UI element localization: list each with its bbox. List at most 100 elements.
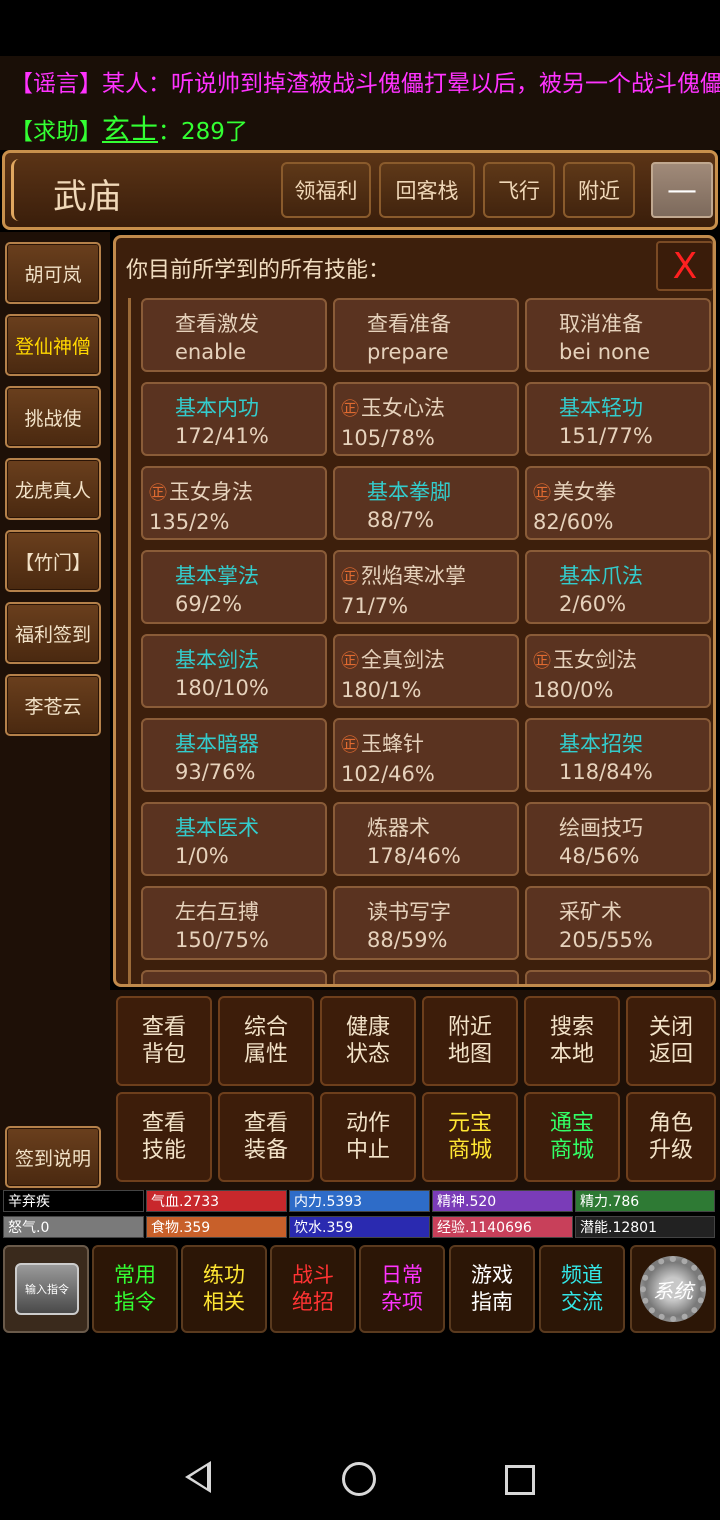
skill-name: 查看准备 — [367, 312, 451, 336]
npc-button[interactable]: 登仙神僧 — [5, 314, 101, 376]
skill-name: 基本轻功 — [559, 396, 643, 420]
skill-cell[interactable] — [141, 970, 327, 984]
close-button[interactable]: X — [656, 241, 713, 291]
skill-cell[interactable]: 美女拳 82/60% — [525, 466, 711, 540]
command-button[interactable]: 动作 中止 — [320, 1092, 416, 1182]
back-icon[interactable] — [185, 1461, 211, 1493]
command-label: 搜索 本地 — [550, 1014, 594, 1068]
skill-cell[interactable]: 采矿术 205/55% — [525, 886, 711, 960]
npc-button[interactable]: 挑战使 — [5, 386, 101, 448]
skill-grid: 查看激发 enable 查看准备 prepare 取消准备 bei none 基本内功 172… — [128, 298, 713, 984]
home-icon[interactable] — [342, 1462, 376, 1496]
skill-cell[interactable]: 玉女心法 105/78% — [333, 382, 519, 456]
command-label: 角色 升级 — [649, 1110, 693, 1164]
skill-cell[interactable]: 玉女剑法 180/0% — [525, 634, 711, 708]
command-button[interactable]: 角色 升级 — [626, 1092, 716, 1182]
skill-cell[interactable]: 基本内功 172/41% — [141, 382, 327, 456]
command-label-line2: 升级 — [648, 1138, 693, 1163]
scroll-ornament — [11, 159, 25, 221]
skill-cell[interactable]: 基本掌法 69/2% — [141, 550, 327, 624]
skill-command-button[interactable]: 取消准备 bei none — [525, 298, 711, 372]
skill-cell[interactable] — [525, 970, 711, 984]
skill-cell[interactable]: 炼器术 178/46% — [333, 802, 519, 876]
command-button[interactable]: 查看 背包 — [116, 996, 212, 1086]
menu-tab-line2: 杂项 — [381, 1290, 423, 1314]
skill-cell[interactable]: 基本医术 1/0% — [141, 802, 327, 876]
skill-level: bei none — [559, 340, 651, 364]
command-label-line1: 查看 — [141, 1111, 186, 1136]
stat-bar: 食物.359 — [146, 1216, 287, 1238]
command-grid: 查看 背包 综合 属性 健康 状态 附近 地图 搜索 本地 关闭 返回 查看 技能 查看 装备 动作 中止 元宝 商城… — [110, 990, 720, 1190]
checkin-button[interactable]: 福利签到 — [5, 602, 101, 664]
skill-cell[interactable]: 绘画技巧 48/56% — [525, 802, 711, 876]
command-label: 查看 技能 — [142, 1110, 186, 1164]
skill-cell[interactable] — [333, 970, 519, 984]
stat-bar: 潜能.12801 — [575, 1216, 715, 1238]
menu-tab[interactable]: 练功 相关 — [181, 1245, 267, 1333]
checkin-help-button[interactable]: 签到说明 — [5, 1126, 101, 1188]
npc-button[interactable]: 【竹门】 — [5, 530, 101, 592]
skill-command-button[interactable]: 查看准备 prepare — [333, 298, 519, 372]
android-nav-bar — [0, 1336, 720, 1520]
skill-cell[interactable]: 玉蜂针 102/46% — [333, 718, 519, 792]
command-button[interactable]: 关闭 返回 — [626, 996, 716, 1086]
stat-bar: 辛弃疾 — [3, 1190, 144, 1212]
skill-cell[interactable]: 玉女身法 135/2% — [141, 466, 327, 540]
input-command-button[interactable]: 输入指令 — [3, 1245, 89, 1333]
skill-cell[interactable]: 基本剑法 180/10% — [141, 634, 327, 708]
command-label-line1: 动作 — [345, 1111, 390, 1136]
skill-cell[interactable]: 基本爪法 2/60% — [525, 550, 711, 624]
skill-level: 105/78% — [341, 426, 435, 450]
skill-name: 玉蜂针 — [341, 732, 424, 756]
command-button[interactable]: 综合 属性 — [218, 996, 314, 1086]
menu-tab-label: 练功 相关 — [203, 1262, 245, 1316]
command-button[interactable]: 查看 技能 — [116, 1092, 212, 1182]
return-inn-button[interactable]: 回客栈 — [379, 162, 475, 218]
command-label-line1: 查看 — [243, 1111, 288, 1136]
command-button[interactable]: 通宝 商城 — [524, 1092, 620, 1182]
skill-cell[interactable]: 基本拳脚 88/7% — [333, 466, 519, 540]
command-button[interactable]: 搜索 本地 — [524, 996, 620, 1086]
skill-level: 88/7% — [367, 508, 435, 532]
system-button[interactable]: 系统 — [630, 1245, 716, 1333]
npc-button[interactable]: 李苍云 — [5, 674, 101, 736]
skill-level: 135/2% — [149, 510, 230, 534]
skill-cell[interactable]: 基本招架 118/84% — [525, 718, 711, 792]
skill-cell[interactable]: 基本轻功 151/77% — [525, 382, 711, 456]
menu-tab[interactable]: 战斗 绝招 — [270, 1245, 356, 1333]
skill-name: 采矿术 — [559, 900, 622, 924]
command-label-line2: 本地 — [549, 1042, 594, 1067]
chat-player-link[interactable]: 玄士 — [102, 113, 158, 146]
command-label-line2: 背包 — [141, 1042, 186, 1067]
menu-tab[interactable]: 常用 指令 — [92, 1245, 178, 1333]
skill-cell[interactable]: 基本暗器 93/76% — [141, 718, 327, 792]
command-button[interactable]: 查看 装备 — [218, 1092, 314, 1182]
menu-tab[interactable]: 频道 交流 — [539, 1245, 625, 1333]
skill-cell[interactable]: 烈焰寒冰掌 71/7% — [333, 550, 519, 624]
skill-name: 基本招架 — [559, 732, 643, 756]
stat-bar: 精神.520 — [432, 1190, 573, 1212]
skill-level: 102/46% — [341, 762, 435, 786]
command-label-line2: 中止 — [345, 1138, 390, 1163]
skill-cell[interactable]: 读书写字 88/59% — [333, 886, 519, 960]
npc-button[interactable]: 龙虎真人 — [5, 458, 101, 520]
npc-button[interactable]: 胡可岚 — [5, 242, 101, 304]
skill-level: 205/55% — [559, 928, 653, 952]
nearby-button[interactable]: 附近 — [563, 162, 635, 218]
command-button[interactable]: 附近 地图 — [422, 996, 518, 1086]
skill-cell[interactable]: 全真剑法 180/1% — [333, 634, 519, 708]
skill-cell[interactable]: 左右互搏 150/75% — [141, 886, 327, 960]
skill-command-button[interactable]: 查看激发 enable — [141, 298, 327, 372]
menu-tab-label: 游戏 指南 — [471, 1262, 513, 1316]
command-button[interactable]: 元宝 商城 — [422, 1092, 518, 1182]
minimize-button[interactable]: — — [651, 162, 713, 218]
recent-apps-icon[interactable] — [505, 1465, 535, 1495]
menu-tab[interactable]: 日常 杂项 — [359, 1245, 445, 1333]
skill-level: 180/10% — [175, 676, 269, 700]
claim-welfare-button[interactable]: 领福利 — [281, 162, 371, 218]
fly-button[interactable]: 飞行 — [483, 162, 555, 218]
skill-level: 48/56% — [559, 844, 640, 868]
command-label-line1: 查看 — [141, 1015, 186, 1040]
menu-tab[interactable]: 游戏 指南 — [449, 1245, 535, 1333]
command-button[interactable]: 健康 状态 — [320, 996, 416, 1086]
